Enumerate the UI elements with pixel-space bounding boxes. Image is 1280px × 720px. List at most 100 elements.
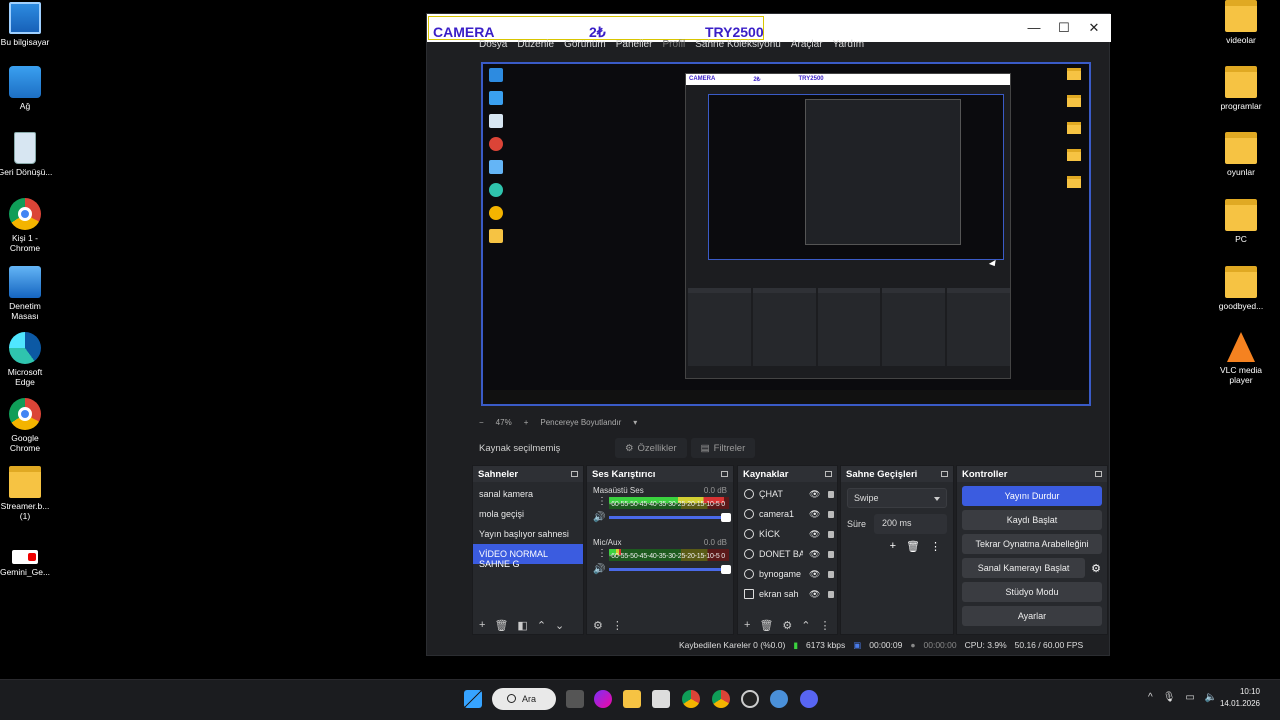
menu-file[interactable]: Dosya bbox=[479, 39, 507, 53]
source-item[interactable]: ÇHAT 👁 bbox=[738, 484, 837, 504]
zoom-in-button[interactable]: + bbox=[524, 418, 529, 427]
popout-icon[interactable] bbox=[941, 471, 948, 477]
desktop-icon-network[interactable]: Ağ bbox=[0, 66, 53, 111]
eye-icon[interactable]: 👁 bbox=[809, 569, 820, 580]
start-virtual-camera-button[interactable]: Sanal Kamerayı Başlat bbox=[962, 558, 1086, 578]
kebab-menu-icon[interactable]: ⋮ bbox=[597, 497, 607, 507]
desktop-icon-recycle-bin[interactable]: Geri Dönüşü... bbox=[0, 132, 53, 177]
desktop-icon-chrome-profile[interactable]: Kişi 1 - Chrome bbox=[0, 198, 53, 253]
minimize-button[interactable]: — bbox=[1019, 18, 1049, 38]
source-item[interactable]: camera1 👁 bbox=[738, 504, 837, 524]
add-scene-icon[interactable]: + bbox=[479, 619, 485, 631]
clock[interactable]: 10:10 14.01.2026 bbox=[1220, 686, 1260, 710]
desktop-icon-pc[interactable]: PC bbox=[1213, 199, 1269, 244]
lock-icon[interactable] bbox=[828, 510, 835, 518]
copilot-icon[interactable] bbox=[594, 690, 612, 708]
properties-button[interactable]: ⚙ Özellikler bbox=[615, 438, 687, 458]
add-transition-icon[interactable]: + bbox=[890, 540, 896, 553]
source-item[interactable]: bynogame 👁 bbox=[738, 564, 837, 584]
microphone-icon[interactable]: 🎙 bbox=[1163, 692, 1176, 703]
move-up-icon[interactable]: ⌃ bbox=[801, 619, 810, 632]
volume-slider[interactable] bbox=[609, 565, 731, 574]
slider-knob[interactable] bbox=[721, 565, 731, 574]
scene-item[interactable]: sanal kamera bbox=[473, 484, 583, 504]
studio-mode-button[interactable]: Stüdyo Modu bbox=[962, 582, 1102, 602]
zoom-mode-select[interactable]: Pencereye Boyutlandır bbox=[540, 418, 621, 427]
desktop-icon-oyunlar[interactable]: oyunlar bbox=[1213, 132, 1269, 177]
desktop-icon-videolar[interactable]: videolar bbox=[1213, 0, 1269, 45]
gear-icon[interactable]: ⚙ bbox=[782, 619, 792, 632]
menu-scene-collection[interactable]: Sahne Koleksiyonu bbox=[695, 39, 781, 53]
source-item[interactable]: DONET BA 👁 bbox=[738, 544, 837, 564]
duration-input[interactable]: 200 ms bbox=[874, 514, 947, 534]
popout-icon[interactable] bbox=[825, 471, 832, 477]
obs-icon[interactable] bbox=[741, 690, 759, 708]
speaker-icon[interactable]: 🔊 bbox=[593, 564, 605, 575]
filter-icon[interactable]: ◧ bbox=[517, 619, 527, 632]
lock-icon[interactable] bbox=[828, 550, 835, 558]
lock-icon[interactable] bbox=[828, 570, 835, 578]
eye-icon[interactable]: 👁 bbox=[809, 549, 820, 560]
gear-icon[interactable]: ⚙ bbox=[1091, 562, 1101, 575]
chevron-down-icon[interactable]: ▾ bbox=[633, 418, 637, 427]
menu-help[interactable]: Yardım bbox=[833, 39, 865, 53]
maximize-button[interactable]: ☐ bbox=[1049, 18, 1079, 38]
kebab-menu-icon[interactable]: ⋮ bbox=[820, 619, 831, 632]
transition-select[interactable]: Swipe bbox=[847, 488, 947, 508]
start-recording-button[interactable]: Kaydı Başlat bbox=[962, 510, 1102, 530]
desktop-icon-edge[interactable]: Microsoft Edge bbox=[0, 332, 53, 387]
source-item[interactable]: ekran sah 👁 bbox=[738, 584, 837, 604]
source-item[interactable]: KİCK 👁 bbox=[738, 524, 837, 544]
advanced-audio-icon[interactable]: ⚙ bbox=[593, 619, 603, 632]
menu-docks[interactable]: Paneller bbox=[616, 39, 653, 53]
chevron-up-icon[interactable]: ^ bbox=[1148, 692, 1153, 703]
scene-item-active[interactable]: VİDEO NORMAL SAHNE G bbox=[473, 544, 583, 569]
start-replay-buffer-button[interactable]: Tekrar Oynatma Arabelleğini Başlat bbox=[962, 534, 1102, 569]
volume-slider[interactable] bbox=[609, 513, 731, 522]
settings-button[interactable]: Ayarlar bbox=[962, 606, 1102, 626]
popout-icon[interactable] bbox=[721, 471, 728, 477]
eye-icon[interactable]: 👁 bbox=[809, 589, 820, 600]
menu-tools[interactable]: Araçlar bbox=[791, 39, 823, 53]
app-icon[interactable] bbox=[770, 690, 788, 708]
taskbar-search[interactable]: Ara bbox=[492, 688, 556, 710]
task-view-icon[interactable] bbox=[566, 690, 584, 708]
scene-item[interactable]: mola geçişi bbox=[473, 504, 583, 524]
desktop-icon-this-pc[interactable]: Bu bilgisayar bbox=[0, 2, 53, 47]
menu-profile[interactable]: Profil bbox=[662, 39, 685, 53]
eye-icon[interactable]: 👁 bbox=[809, 509, 820, 520]
trash-icon[interactable]: 🗑 bbox=[494, 619, 508, 632]
chrome-profile-icon[interactable] bbox=[712, 690, 730, 708]
filters-button[interactable]: ▤ Filtreler bbox=[690, 438, 756, 458]
discord-icon[interactable] bbox=[800, 690, 818, 708]
desktop-icon-control-panel[interactable]: Denetim Masası bbox=[0, 266, 53, 321]
move-up-icon[interactable]: ⌃ bbox=[537, 619, 546, 632]
slider-knob[interactable] bbox=[721, 513, 731, 522]
scene-item[interactable]: Yayın başlıyor sahnesi bbox=[473, 524, 583, 544]
popout-icon[interactable] bbox=[571, 471, 578, 477]
desktop-icon-google-chrome[interactable]: Google Chrome bbox=[0, 398, 53, 453]
eye-icon[interactable]: 👁 bbox=[809, 529, 820, 540]
popout-icon[interactable] bbox=[1095, 471, 1102, 477]
zoom-out-button[interactable]: − bbox=[479, 418, 484, 427]
desktop-icon-programlar[interactable]: programlar bbox=[1213, 66, 1269, 111]
kebab-menu-icon[interactable]: ⋮ bbox=[930, 540, 941, 553]
kebab-menu-icon[interactable]: ⋮ bbox=[612, 619, 623, 632]
lock-icon[interactable] bbox=[828, 490, 835, 498]
lock-icon[interactable] bbox=[828, 590, 835, 598]
close-button[interactable]: ✕ bbox=[1079, 18, 1109, 38]
windows-start-icon[interactable] bbox=[464, 690, 482, 708]
network-icon[interactable]: ▭ bbox=[1185, 692, 1194, 703]
menu-edit[interactable]: Düzenle bbox=[517, 39, 554, 53]
add-source-icon[interactable]: + bbox=[744, 619, 750, 631]
kebab-menu-icon[interactable]: ⋮ bbox=[597, 549, 607, 559]
lock-icon[interactable] bbox=[828, 530, 835, 538]
eye-icon[interactable]: 👁 bbox=[809, 489, 820, 500]
desktop-icon-streamer[interactable]: Streamer.b... (1) bbox=[0, 466, 53, 521]
volume-icon[interactable]: 🔈 bbox=[1205, 692, 1217, 703]
desktop-icon-gemini[interactable]: Gemini_Ge... bbox=[0, 540, 53, 577]
desktop-icon-vlc[interactable]: VLC media player bbox=[1213, 332, 1269, 385]
stop-stream-button[interactable]: Yayını Durdur bbox=[962, 486, 1102, 506]
trash-icon[interactable]: 🗑 bbox=[759, 619, 773, 632]
desktop-icon-goodbyed[interactable]: goodbyed... bbox=[1213, 266, 1269, 311]
